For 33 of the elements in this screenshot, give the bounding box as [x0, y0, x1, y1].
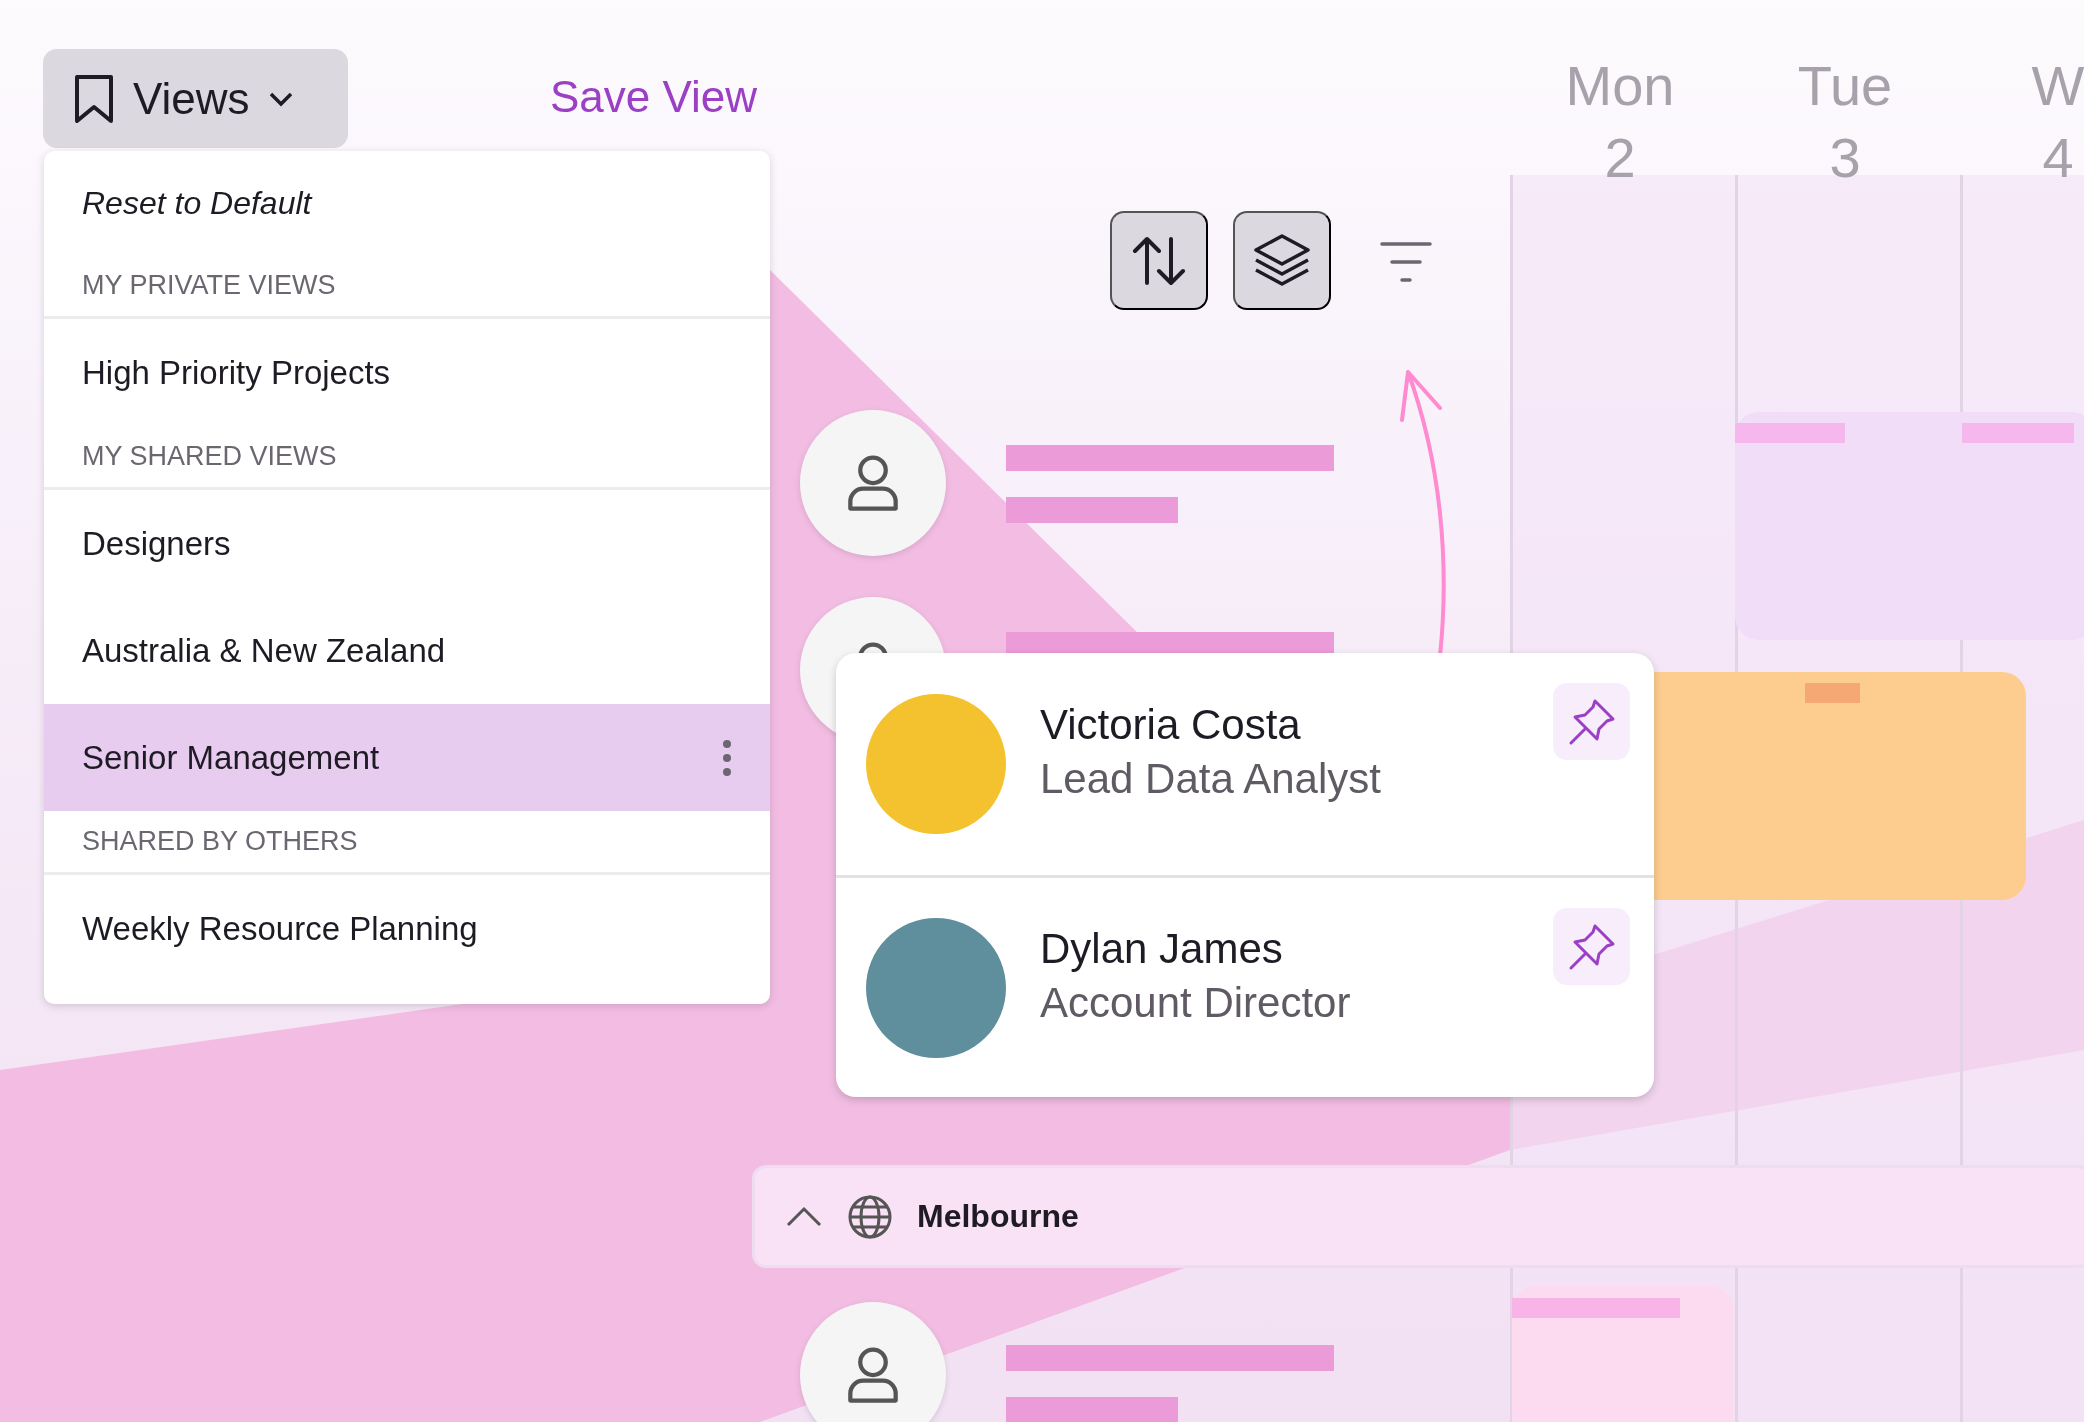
- chevron-up-icon[interactable]: [785, 1204, 823, 1229]
- menu-section-heading: MY SHARED VIEWS: [44, 426, 770, 490]
- menu-item[interactable]: Designers: [44, 490, 770, 597]
- group-name: Melbourne: [917, 1198, 1079, 1235]
- person-role: Lead Data Analyst: [1040, 755, 1381, 803]
- menu-item[interactable]: Weekly Resource Planning: [44, 875, 770, 982]
- person-role: Account Director: [1040, 978, 1351, 1027]
- views-button[interactable]: Views: [43, 49, 348, 148]
- globe-icon: [847, 1193, 893, 1240]
- chevron-down-icon: [267, 90, 294, 107]
- more-vertical-icon[interactable]: [722, 737, 732, 778]
- menu-item[interactable]: High Priority Projects: [44, 319, 770, 426]
- filter-icon[interactable]: [1380, 240, 1432, 284]
- menu-item[interactable]: Australia & New Zealand: [44, 597, 770, 704]
- menu-section-heading: SHARED BY OTHERS: [44, 811, 770, 875]
- menu-item[interactable]: Senior Management: [44, 704, 770, 811]
- save-view-link[interactable]: Save View: [550, 72, 758, 122]
- layers-button[interactable]: [1233, 211, 1331, 310]
- day-date: 3: [1828, 125, 1862, 191]
- event-bar: [1805, 683, 1860, 703]
- pin-button[interactable]: [1553, 683, 1630, 760]
- day-name: Tue: [1796, 53, 1894, 119]
- day-date: 2: [1603, 125, 1637, 191]
- menu-item[interactable]: Reset to Default: [44, 151, 770, 255]
- day-name: Mon: [1564, 53, 1676, 119]
- bookmark-icon: [73, 72, 115, 125]
- day-date: 4: [2041, 125, 2075, 191]
- menu-section-heading: MY PRIVATE VIEWS: [44, 255, 770, 319]
- sort-button[interactable]: [1110, 211, 1208, 310]
- pin-button[interactable]: [1553, 908, 1630, 985]
- day-name: W: [2030, 53, 2084, 119]
- person-name: Dylan James: [1040, 924, 1284, 973]
- person-name: Victoria Costa: [1040, 701, 1302, 749]
